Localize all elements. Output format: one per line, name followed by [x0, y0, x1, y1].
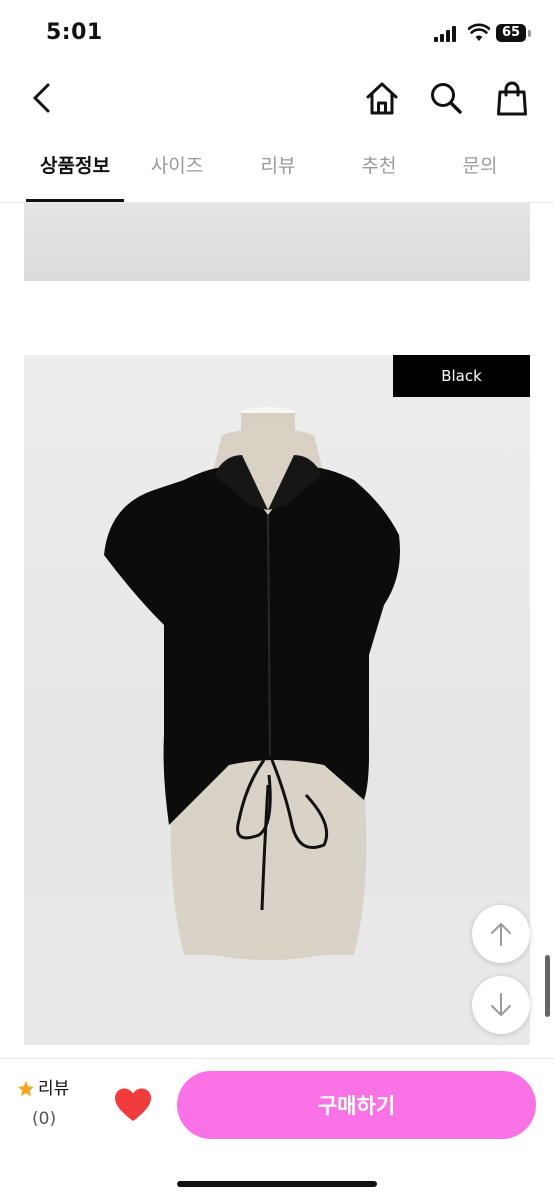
product-photo [24, 355, 530, 1045]
search-icon[interactable] [426, 78, 466, 118]
home-icon[interactable] [362, 78, 402, 118]
review-label: 리뷰 [38, 1079, 70, 1099]
wifi-icon [468, 23, 490, 41]
battery-icon: 65 [496, 24, 526, 42]
tab-active-indicator [26, 199, 124, 202]
tab-bar: 상품정보 사이즈 리뷰 추천 문의 [0, 140, 554, 203]
review-count: (0) [32, 1109, 57, 1129]
tab-review[interactable]: 리뷰 [228, 140, 328, 202]
buy-button[interactable]: 구매하기 [177, 1071, 536, 1139]
review-summary[interactable]: 리뷰 (0) [16, 1079, 86, 1135]
tab-size[interactable]: 사이즈 [127, 140, 227, 202]
scrollbar-thumb[interactable] [545, 955, 550, 1017]
previous-product-image [24, 203, 530, 281]
status-time: 5:01 [46, 20, 103, 45]
purchase-bar: 리뷰 (0) 구매하기 [0, 1058, 554, 1201]
star-icon [18, 1081, 34, 1097]
status-bar: 5:01 65 [0, 0, 554, 70]
tab-inquiry[interactable]: 문의 [430, 140, 530, 202]
scroll-to-top-button[interactable] [472, 905, 530, 963]
app-header [0, 70, 554, 130]
mannequin-with-top-illustration [104, 407, 400, 960]
color-label-badge: Black [393, 355, 530, 397]
home-indicator [177, 1181, 377, 1187]
tab-product-info[interactable]: 상품정보 [25, 140, 125, 202]
signal-icon [434, 26, 460, 42]
battery-tip [528, 30, 531, 37]
arrow-down-icon [491, 993, 511, 1016]
back-icon[interactable] [22, 78, 62, 118]
shopping-bag-icon[interactable] [492, 78, 532, 118]
arrow-up-icon [491, 923, 511, 946]
tab-recommend[interactable]: 추천 [329, 140, 429, 202]
heart-icon[interactable] [113, 1087, 153, 1123]
scroll-to-bottom-button[interactable] [472, 976, 530, 1034]
